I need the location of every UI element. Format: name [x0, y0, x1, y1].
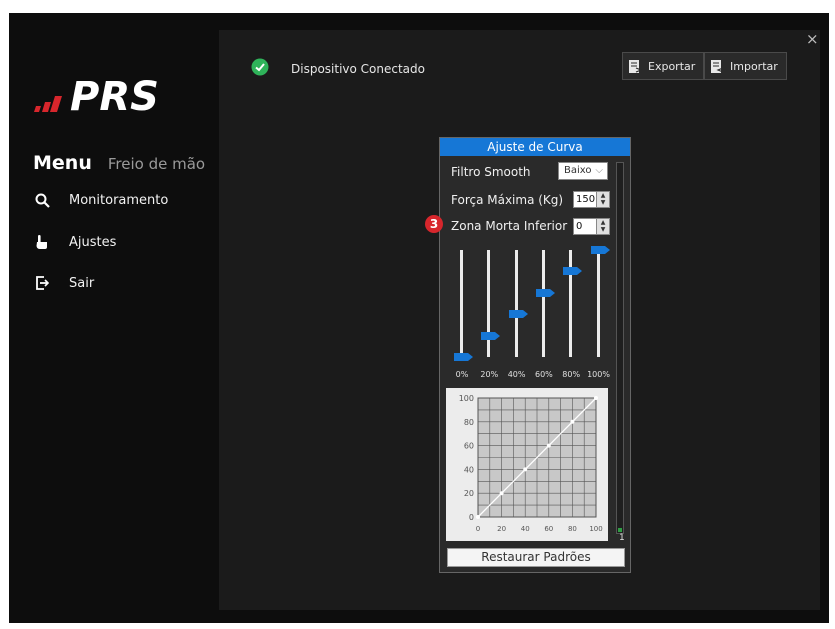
filter-label: Filtro Smooth — [451, 165, 531, 179]
hand-pointer-icon — [33, 233, 51, 251]
x-tick: 40 — [521, 525, 530, 533]
curve-point — [476, 515, 480, 519]
max-force-input[interactable]: 150 ▲ ▼ — [573, 191, 611, 208]
arrow-down-icon[interactable]: ▼ — [597, 227, 609, 235]
x-tick: 20 — [497, 525, 506, 533]
import-icon — [711, 59, 724, 73]
curve-slider-label: 40% — [507, 370, 526, 379]
curve-slider-track — [460, 250, 463, 357]
curve-graph-svg: 100 80 60 40 20 0 0 20 40 60 80 100 — [459, 394, 603, 533]
sidebar-item-label: Ajustes — [69, 234, 117, 250]
graph-x-ticks: 0 20 40 60 80 100 — [476, 525, 603, 533]
prs-logo: PRS — [34, 74, 159, 120]
chevron-down-icon: ⌵ — [595, 165, 603, 176]
curve-point — [523, 467, 528, 472]
output-level-value: 1 — [619, 533, 625, 543]
curve-slider-label: 0% — [455, 370, 469, 379]
curve-slider-label: 80% — [562, 370, 581, 379]
graph-y-ticks: 100 80 60 40 20 0 — [459, 394, 474, 522]
x-tick: 60 — [544, 525, 553, 533]
dead-zone-label: Zona Morta Inferior — [451, 219, 568, 233]
sidebar-item-label: Monitoramento — [69, 192, 169, 208]
curve-slider-handle[interactable] — [508, 310, 528, 319]
check-circle-icon — [251, 58, 269, 80]
svg-text:PRS: PRS — [70, 74, 159, 120]
output-level-bar — [616, 162, 624, 534]
import-button[interactable]: Importar — [704, 52, 787, 80]
curve-point — [499, 491, 504, 496]
export-icon — [629, 59, 642, 73]
import-label: Importar — [730, 59, 778, 73]
filter-select[interactable]: Baixo ⌵ — [558, 162, 608, 180]
x-tick: 100 — [589, 525, 602, 533]
sidebar-item-label: Sair — [69, 275, 95, 291]
max-force-value: 150 — [573, 191, 597, 208]
curve-title: Ajuste de Curva — [440, 138, 630, 156]
connection-status: Dispositivo Conectado — [251, 58, 425, 80]
max-force-stepper[interactable]: ▲ ▼ — [597, 191, 610, 208]
y-tick: 60 — [464, 442, 474, 451]
menu-title: Menu — [33, 152, 92, 174]
sidebar-item-ajustes[interactable]: Ajustes — [33, 233, 116, 251]
x-tick: 80 — [568, 525, 577, 533]
step-badge: 3 — [425, 215, 443, 233]
menu-heading: Menu Freio de mão — [33, 152, 205, 174]
curve-slider-label: 20% — [480, 370, 499, 379]
y-tick: 80 — [464, 418, 474, 427]
curve-graph: 100 80 60 40 20 0 0 20 40 60 80 100 — [446, 388, 608, 541]
x-tick: 0 — [476, 525, 480, 533]
y-tick: 40 — [464, 465, 474, 474]
y-tick: 100 — [459, 394, 474, 403]
search-icon — [33, 191, 51, 209]
sidebar-item-sair[interactable]: Sair — [33, 274, 94, 292]
curve-slider-track — [541, 250, 545, 357]
dead-zone-stepper[interactable]: ▲ ▼ — [597, 218, 610, 235]
curve-point — [570, 419, 575, 424]
curve-slider-handle[interactable] — [454, 353, 473, 361]
status-text: Dispositivo Conectado — [291, 62, 425, 76]
curve-slider-handle[interactable] — [563, 267, 583, 276]
curve-slider-track — [569, 250, 573, 357]
curve-slider-handle[interactable] — [535, 288, 555, 297]
curve-slider-track — [514, 250, 518, 357]
curve-slider-track — [487, 250, 491, 357]
export-button[interactable]: Exportar — [622, 52, 705, 80]
max-force-label: Força Máxima (Kg) — [451, 193, 564, 207]
logout-icon — [33, 274, 51, 292]
export-label: Exportar — [648, 59, 696, 73]
arrow-down-icon[interactable]: ▼ — [597, 200, 609, 208]
y-tick: 0 — [469, 513, 474, 522]
filter-value: Baixo — [564, 165, 592, 176]
curve-slider-track — [596, 250, 600, 357]
sidebar-item-monitoramento[interactable]: Monitoramento — [33, 191, 168, 209]
close-button[interactable]: × — [806, 30, 819, 48]
curve-point — [594, 396, 598, 400]
curve-slider-handle[interactable] — [481, 331, 501, 340]
restore-defaults-button[interactable]: Restaurar Padrões — [447, 548, 625, 567]
curve-slider-handle[interactable] — [590, 246, 610, 254]
menu-subtitle: Freio de mão — [107, 155, 206, 173]
curve-slider-label: 60% — [535, 370, 553, 379]
curve-point — [546, 443, 551, 448]
dead-zone-input[interactable]: 0 ▲ ▼ — [573, 218, 611, 235]
dead-zone-value: 0 — [573, 218, 597, 235]
curve-slider-label: 100% — [587, 370, 610, 379]
y-tick: 20 — [464, 489, 474, 498]
output-level-fill — [618, 528, 622, 532]
